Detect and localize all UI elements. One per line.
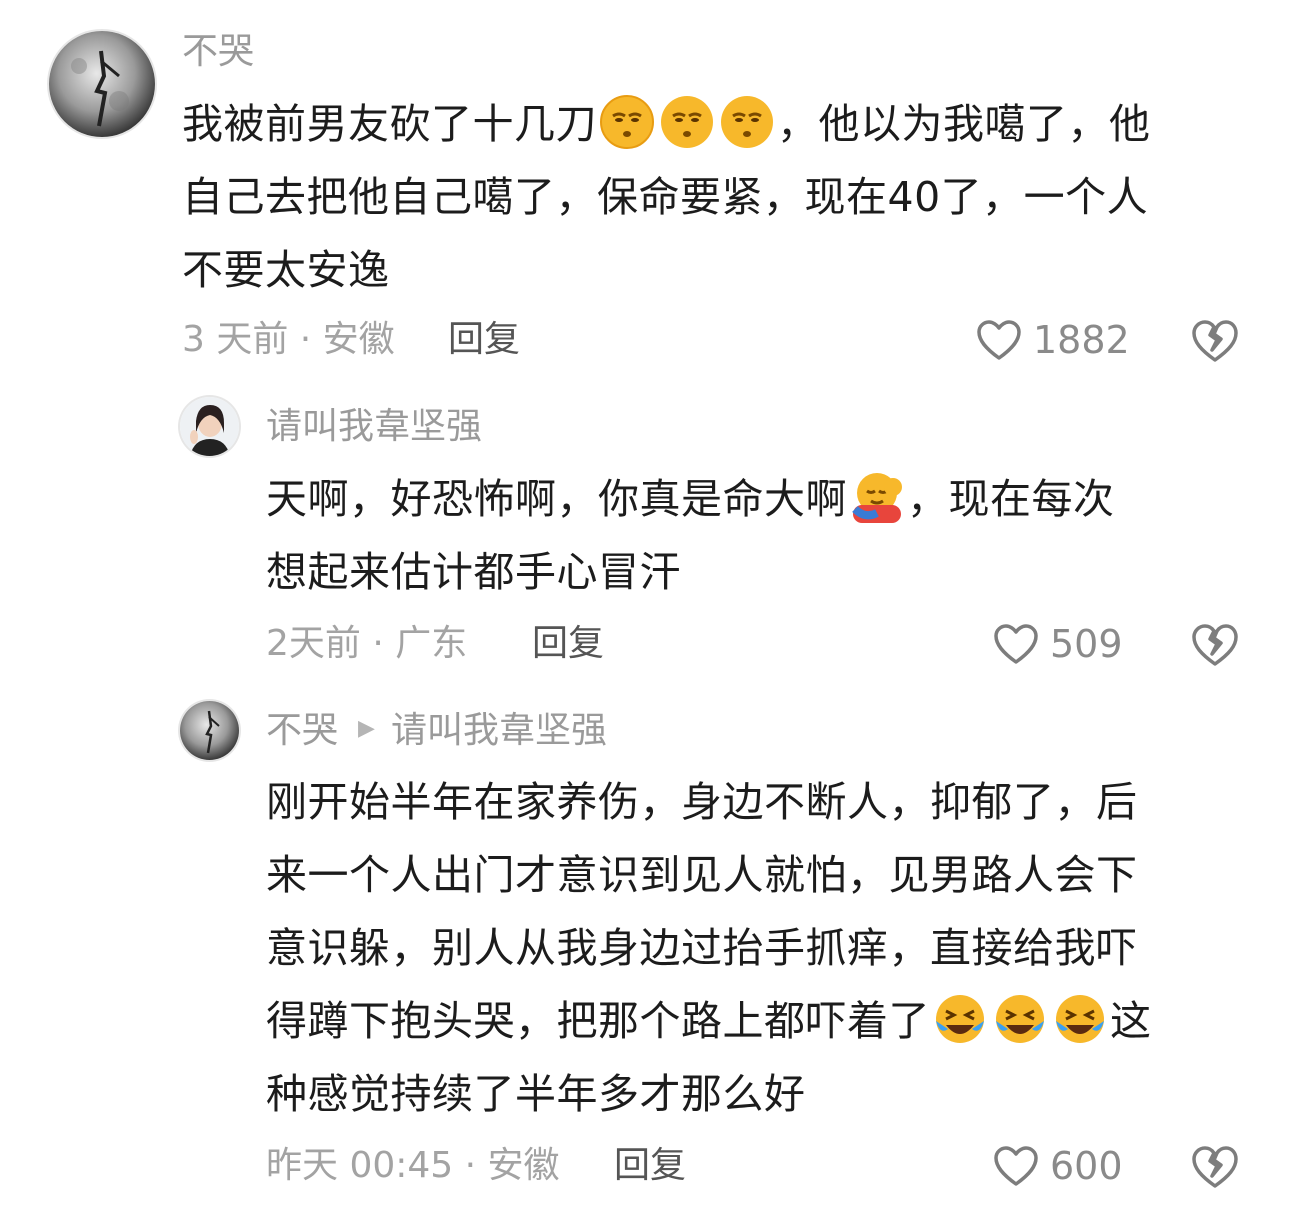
dislike-button[interactable]: [1190, 622, 1240, 672]
heart-icon: [977, 320, 1021, 360]
avatar[interactable]: [49, 31, 155, 137]
heart-icon: [994, 624, 1038, 664]
dislike-button[interactable]: [1190, 1144, 1240, 1194]
dislike-button[interactable]: [1190, 318, 1240, 368]
moon-avatar-image: [180, 701, 239, 760]
comment-text: 天啊，好恐怖啊，你真是命大啊 ，现在每次 想起来估计都手心冒汗: [266, 463, 1266, 609]
username: 不哭 ▶ 请叫我韋坚强: [266, 709, 607, 754]
broken-heart-icon: [1192, 1146, 1238, 1188]
timestamp-location: 昨天 00:45 · 安徽: [266, 1145, 560, 1186]
crying-laughing-emoji: [996, 995, 1044, 1043]
broken-heart-icon: [1192, 320, 1238, 362]
broken-heart-icon: [1192, 624, 1238, 666]
heart-icon: [994, 1146, 1038, 1186]
like-button[interactable]: 509: [992, 622, 1123, 666]
like-count: 1882: [1033, 318, 1130, 362]
like-button[interactable]: 1882: [975, 318, 1130, 362]
username[interactable]: 不哭: [182, 30, 254, 74]
timestamp-location: 2天前 · 广东: [266, 623, 468, 664]
timestamp-location: 3 天前 · 安徽: [182, 319, 395, 360]
username[interactable]: 请叫我韋坚强: [266, 405, 482, 449]
like-count: 600: [1050, 1144, 1123, 1188]
avatar[interactable]: [180, 397, 239, 456]
crying-laughing-emoji: [936, 995, 984, 1043]
crying-laughing-emoji: [1056, 995, 1104, 1043]
reply-button[interactable]: 回复: [614, 1144, 686, 1188]
face-with-rolling-eyes-emoji: [721, 96, 773, 148]
profile-photo: [180, 397, 239, 456]
username-link[interactable]: 不哭: [266, 710, 338, 751]
reply-arrow-icon: ▶: [358, 716, 375, 741]
comment-text: 刚开始半年在家养伤，身边不断人，抑郁了，后 来一个人出门才意识到见人就怕，见男路…: [266, 778, 1152, 1118]
avatar[interactable]: [180, 701, 239, 760]
reply-button[interactable]: 回复: [532, 622, 604, 666]
hugging-face-emoji: [852, 473, 902, 523]
face-with-rolling-eyes-emoji: [661, 96, 713, 148]
reply-button[interactable]: 回复: [448, 318, 520, 362]
face-with-rolling-eyes-emoji: [600, 95, 654, 149]
reply-to-username[interactable]: 请叫我韋坚强: [391, 710, 607, 751]
moon-avatar-image: [49, 31, 155, 137]
comment-text: 我被前男友砍了十几刀 ，他以为我噶了，他 自己去把他自己噶了，保命要紧，现在40了…: [182, 88, 1262, 307]
like-button[interactable]: 600: [992, 1144, 1123, 1188]
like-count: 509: [1050, 622, 1123, 666]
